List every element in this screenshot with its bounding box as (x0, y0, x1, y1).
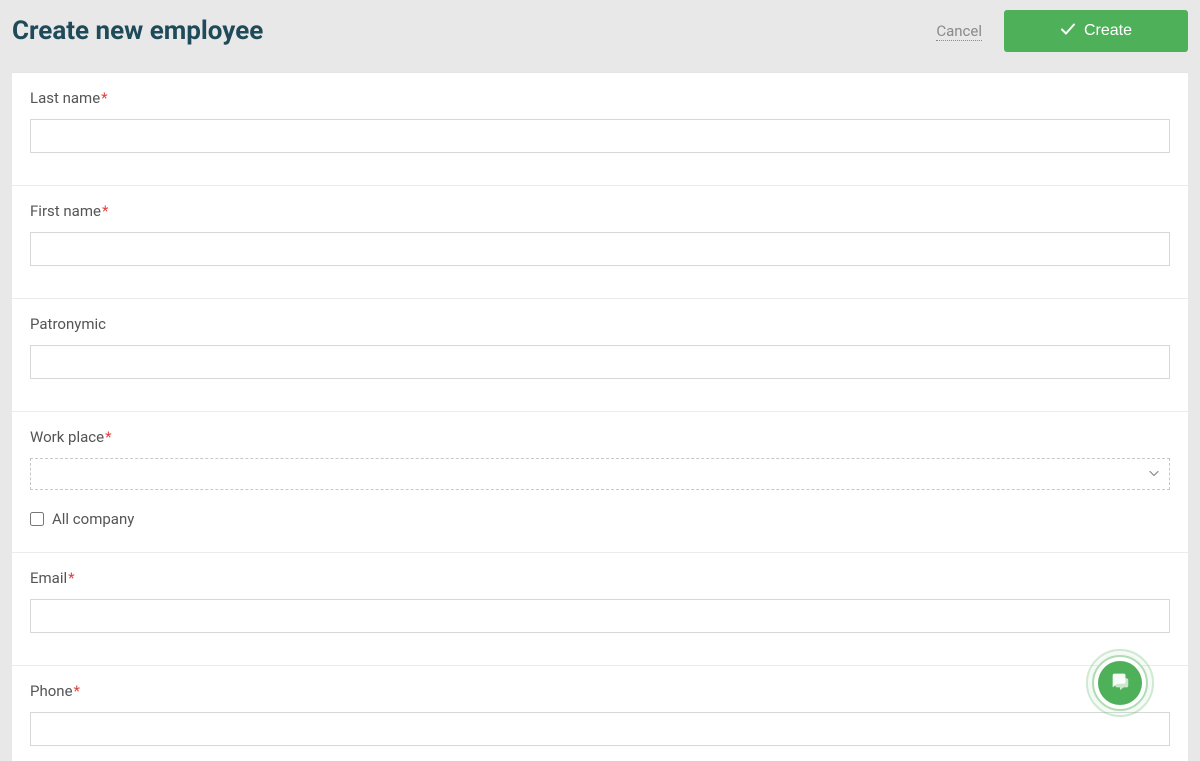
email-input[interactable] (30, 599, 1170, 633)
check-icon (1060, 21, 1076, 42)
patronymic-label-text: Patronymic (30, 315, 106, 333)
all-company-checkbox[interactable] (30, 512, 44, 526)
field-group-first-name: First name* (12, 186, 1188, 299)
work-place-select[interactable] (30, 458, 1170, 490)
phone-input[interactable] (30, 712, 1170, 746)
field-group-last-name: Last name* (12, 73, 1188, 186)
header-actions: Cancel Create (936, 10, 1188, 52)
page-title: Create new employee (12, 16, 263, 46)
required-marker: * (68, 569, 74, 587)
last-name-input[interactable] (30, 119, 1170, 153)
required-marker: * (105, 428, 111, 446)
work-place-label: Work place* (30, 428, 1170, 446)
create-button-label: Create (1084, 22, 1132, 40)
page-header: Create new employee Cancel Create (0, 0, 1200, 72)
last-name-label-text: Last name (30, 89, 100, 107)
field-group-patronymic: Patronymic (12, 299, 1188, 412)
last-name-label: Last name* (30, 89, 1170, 107)
work-place-select-wrap (30, 458, 1170, 490)
patronymic-label: Patronymic (30, 315, 1170, 333)
first-name-label: First name* (30, 202, 1170, 220)
work-place-label-text: Work place (30, 428, 104, 446)
chat-icon (1109, 670, 1131, 696)
chat-button[interactable] (1098, 661, 1142, 705)
all-company-row: All company (30, 510, 1170, 528)
field-group-phone: Phone* (12, 666, 1188, 761)
phone-label: Phone* (30, 682, 1170, 700)
phone-label-text: Phone (30, 682, 73, 700)
email-label-text: Email (30, 569, 67, 587)
required-marker: * (101, 89, 107, 107)
cancel-link[interactable]: Cancel (936, 22, 982, 41)
required-marker: * (74, 682, 80, 700)
form-card: Last name* First name* Patronymic Work p… (12, 72, 1188, 761)
first-name-input[interactable] (30, 232, 1170, 266)
field-group-work-place: Work place* All company (12, 412, 1188, 553)
create-button[interactable]: Create (1004, 10, 1188, 52)
patronymic-input[interactable] (30, 345, 1170, 379)
field-group-email: Email* (12, 553, 1188, 666)
email-label: Email* (30, 569, 1170, 587)
all-company-label[interactable]: All company (52, 510, 134, 528)
first-name-label-text: First name (30, 202, 101, 220)
required-marker: * (102, 202, 108, 220)
chat-fab (1084, 647, 1156, 719)
